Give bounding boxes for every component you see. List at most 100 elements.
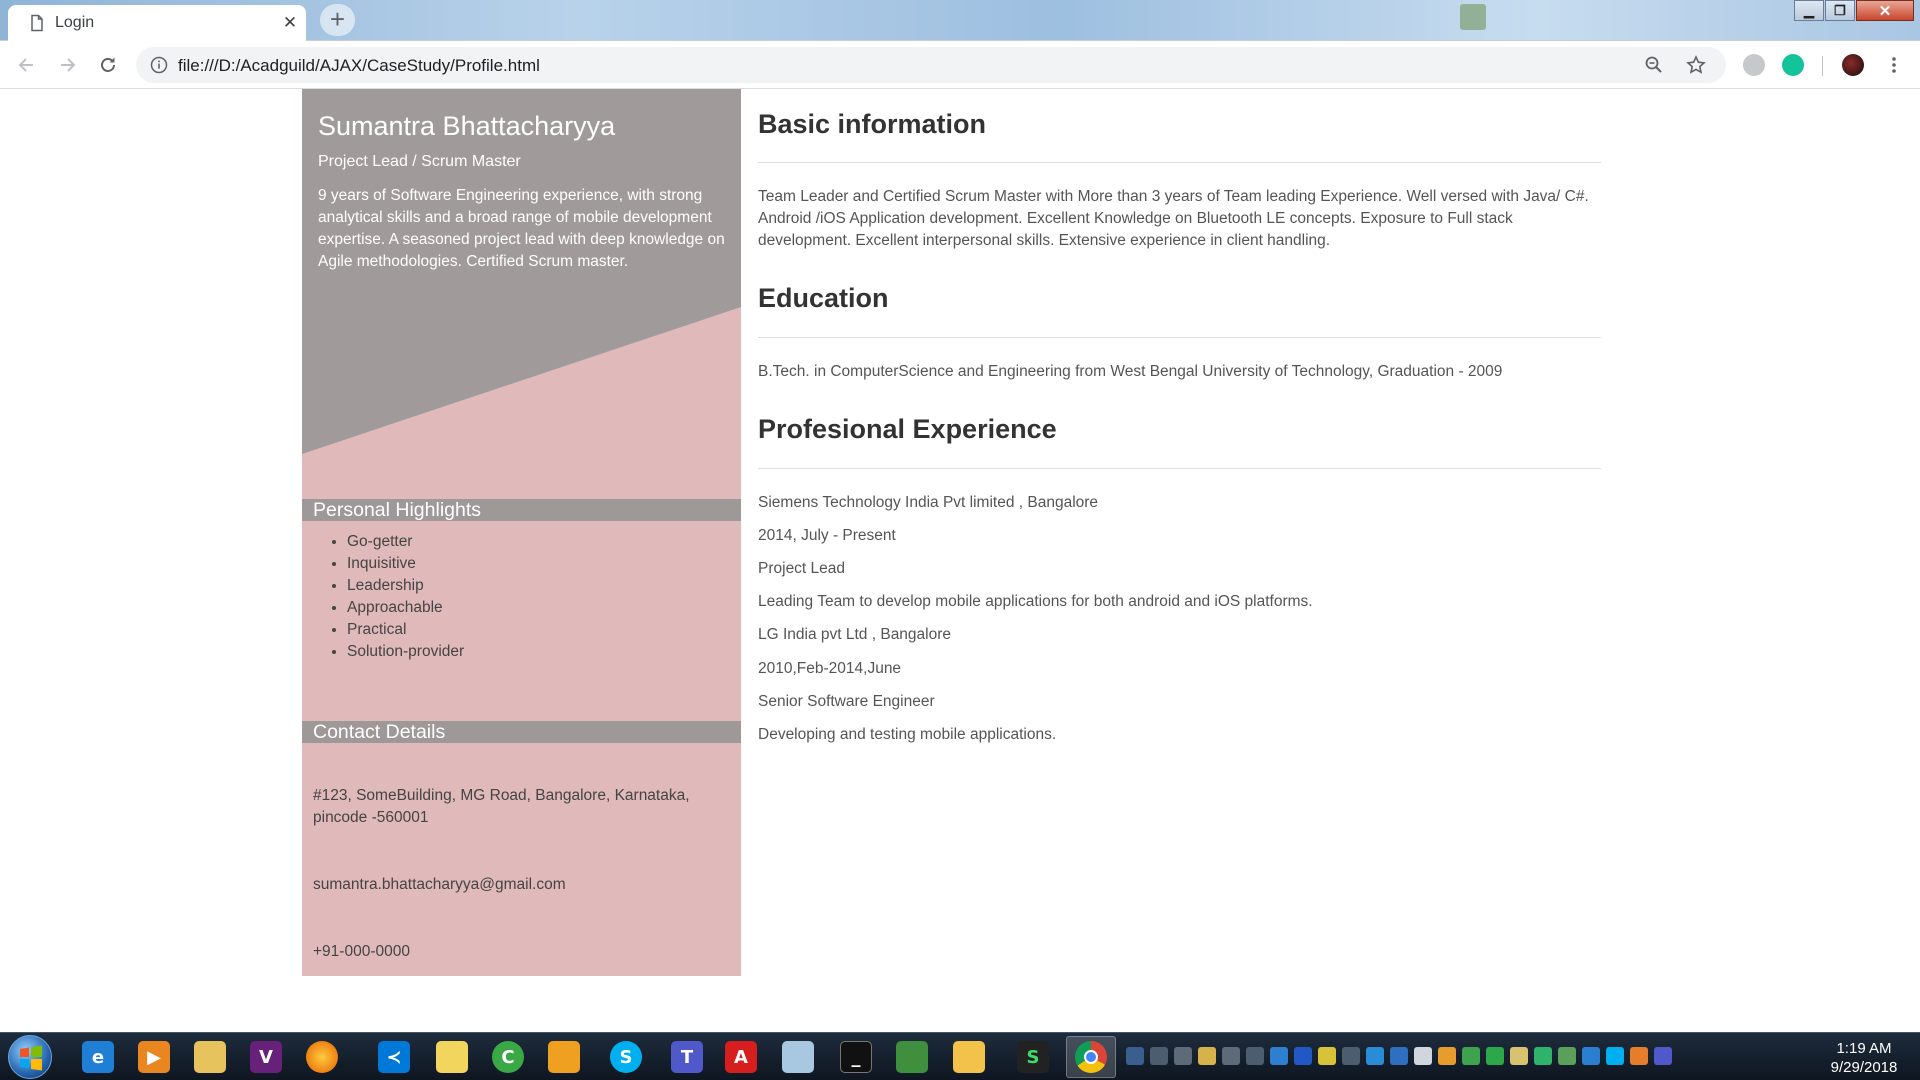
zoom-icon[interactable]	[1643, 54, 1665, 76]
windows-logo-icon	[20, 1045, 42, 1071]
forward-button[interactable]	[52, 50, 82, 80]
folder-tray-icon[interactable]	[1198, 1047, 1216, 1065]
app-tray-icon-4[interactable]	[1342, 1047, 1360, 1065]
taskbar-file-explorer[interactable]	[185, 1036, 235, 1078]
info-icon[interactable]	[150, 56, 168, 74]
taskbar-handshake-app[interactable]	[539, 1036, 589, 1078]
app-tray-icon-6[interactable]	[1390, 1047, 1408, 1065]
divider	[758, 337, 1601, 338]
contact-header: Contact Details	[302, 721, 741, 743]
taskbar-camtasia[interactable]: C	[483, 1036, 533, 1078]
page-content: Sumantra Bhattacharyya Project Lead / Sc…	[0, 89, 1920, 1032]
basic-info-text: Team Leader and Certified Scrum Master w…	[758, 188, 1589, 249]
profile-role: Project Lead / Scrum Master	[318, 153, 521, 170]
command-prompt-icon: _	[840, 1041, 872, 1073]
system-tray	[1126, 1047, 1672, 1067]
bookmark-star-icon[interactable]	[1685, 54, 1707, 76]
browser-tab[interactable]: Login ✕	[8, 5, 306, 41]
teams-icon: T	[671, 1041, 703, 1073]
media-player-icon: ▶	[138, 1041, 170, 1073]
arrow-right-icon	[61, 58, 76, 72]
experience-line: Siemens Technology India Pvt limited , B…	[758, 494, 1099, 511]
start-button[interactable]	[8, 1035, 52, 1079]
list-item: Practical	[347, 619, 464, 641]
taskbar-vs-code[interactable]: ≺	[369, 1036, 419, 1078]
acrobat-icon: A	[725, 1041, 757, 1073]
taskbar-clock[interactable]: 1:19 AM 9/29/2018	[1814, 1039, 1914, 1077]
app-tray-icon-7[interactable]	[1414, 1047, 1432, 1065]
basic-info-heading: Basic information	[758, 109, 987, 139]
grammarly-icon[interactable]	[1782, 54, 1804, 76]
close-window-button[interactable]: ✕	[1856, 0, 1914, 21]
profile-summary: 9 years of Software Engineering experien…	[318, 187, 725, 270]
handshake-icon	[548, 1041, 580, 1073]
taskbar-command-prompt[interactable]: _	[831, 1036, 881, 1078]
close-tab-icon[interactable]: ✕	[280, 13, 300, 33]
teams-tray-icon[interactable]	[1654, 1047, 1672, 1065]
skype-tray-icon[interactable]	[1606, 1047, 1624, 1065]
taskbar-internet-explorer[interactable]: e	[73, 1036, 123, 1078]
back-button[interactable]	[12, 50, 42, 80]
firefox-icon	[306, 1041, 338, 1073]
taskbar-s-app[interactable]: S	[1008, 1036, 1058, 1078]
taskbar-outlook[interactable]	[944, 1036, 994, 1078]
experience-line: Project Lead	[758, 560, 846, 577]
experience-line: Leading Team to develop mobile applicati…	[758, 593, 1313, 610]
app-tray-icon-8[interactable]	[1438, 1047, 1456, 1065]
address-bar[interactable]: file:///D:/Acadguild/AJAX/CaseStudy/Prof…	[136, 47, 1726, 83]
taskbar-teams[interactable]: T	[662, 1036, 712, 1078]
taskbar-media-player[interactable]: ▶	[129, 1036, 179, 1078]
spreadsheet-icon	[896, 1041, 928, 1073]
app-tray-icon-5[interactable]	[1366, 1047, 1384, 1065]
reload-button[interactable]	[93, 50, 123, 80]
bluetooth-icon[interactable]	[1126, 1047, 1144, 1065]
app-tray-icon-1[interactable]	[1270, 1047, 1288, 1065]
taskbar-spreadsheet-app[interactable]	[887, 1036, 937, 1078]
taskbar-visual-studio[interactable]: V	[241, 1036, 291, 1078]
device-icon[interactable]	[1246, 1047, 1264, 1065]
extension-c-icon[interactable]	[1743, 54, 1765, 76]
internet-explorer-icon: e	[82, 1041, 114, 1073]
s-app-icon: S	[1017, 1041, 1049, 1073]
app-tray-icon-10[interactable]	[1486, 1047, 1504, 1065]
taskbar-firefox[interactable]	[297, 1036, 347, 1078]
divider	[758, 162, 1601, 163]
vs-code-icon: ≺	[378, 1041, 410, 1073]
app-tray-icon-14[interactable]	[1630, 1047, 1648, 1065]
minimize-button[interactable]: ▁	[1794, 0, 1824, 21]
app-tray-icon-2[interactable]	[1294, 1047, 1312, 1065]
volume-icon[interactable]	[1222, 1047, 1240, 1065]
power-icon[interactable]	[1174, 1047, 1192, 1065]
mail-icon	[953, 1041, 985, 1073]
education-text: B.Tech. in ComputerScience and Engineeri…	[758, 363, 1503, 380]
toolbar-separator	[1822, 56, 1823, 76]
taskbar-sticky-notes[interactable]	[427, 1036, 477, 1078]
experience-line: LG India pvt Ltd , Bangalore	[758, 626, 952, 643]
taskbar-notepad[interactable]	[773, 1036, 823, 1078]
visual-studio-icon: V	[250, 1041, 282, 1073]
taskbar-skype[interactable]: S	[601, 1036, 651, 1078]
contact-address: #123, SomeBuilding, MG Road, Bangalore, …	[313, 787, 690, 826]
clock-date: 9/29/2018	[1830, 1059, 1898, 1076]
sticky-notes-icon	[436, 1041, 468, 1073]
app-tray-icon-9[interactable]	[1462, 1047, 1480, 1065]
network-icon[interactable]	[1150, 1047, 1168, 1065]
menu-button[interactable]	[1879, 50, 1909, 80]
app-tray-icon-3[interactable]	[1318, 1047, 1336, 1065]
chrome-icon	[1075, 1041, 1107, 1073]
taskbar-chrome[interactable]	[1066, 1036, 1116, 1078]
highlights-title: Personal Highlights	[313, 499, 482, 521]
camtasia-icon: C	[492, 1041, 524, 1073]
tab-title: Login	[55, 14, 95, 31]
wifi-icon[interactable]	[1582, 1047, 1600, 1065]
taskbar-acrobat[interactable]: A	[716, 1036, 766, 1078]
app-tray-icon-13[interactable]	[1558, 1047, 1576, 1065]
app-tray-icon-11[interactable]	[1510, 1047, 1528, 1065]
list-item: Inquisitive	[347, 553, 464, 575]
list-item: Go-getter	[347, 531, 464, 553]
app-tray-icon-12[interactable]	[1534, 1047, 1552, 1065]
profile-avatar[interactable]	[1842, 54, 1864, 76]
new-tab-button[interactable]: +	[320, 4, 355, 36]
contact-phone: +91-000-0000	[313, 943, 410, 960]
restore-button[interactable]: ❐	[1825, 0, 1855, 21]
